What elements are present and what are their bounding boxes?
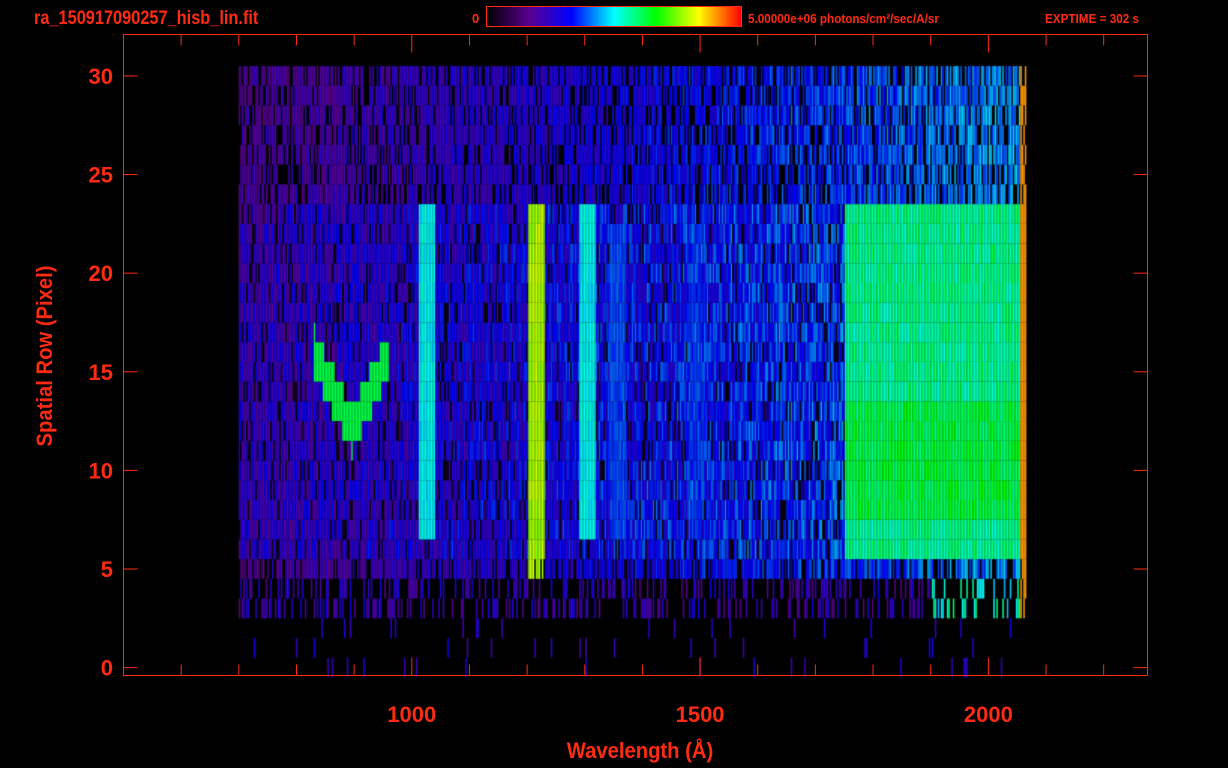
x-axis-label: Wavelength (Å) (567, 738, 713, 763)
y-tick-labels: 0 5 10 15 20 25 30 (89, 64, 113, 681)
colorbar-max-label: 5.00000e+06 photons/cm²/sec/A/sr (748, 11, 939, 26)
file-title: ra_150917090257_hisb_lin.fit (34, 8, 259, 29)
x-tick-label: 1500 (676, 702, 725, 727)
colorbar (486, 6, 742, 27)
spectrum-image-viewer: 1000 1500 2000 0 5 10 15 20 25 30 Wavelength (Å)… (0, 0, 1228, 768)
y-tick-label: 15 (89, 360, 113, 385)
y-tick-label: 10 (89, 458, 113, 483)
plot-axes: 1000 1500 2000 0 5 10 15 20 25 30 Wavelength (Å)… (33, 34, 1148, 763)
y-tick-label: 0 (101, 656, 113, 681)
y-axis-label: Spatial Row (Pixel) (33, 266, 57, 447)
y-tick-label: 30 (89, 64, 113, 89)
colorbar-min-label: 0 (472, 11, 480, 26)
y-tick-label: 20 (89, 261, 113, 286)
plot-frame (123, 34, 1148, 676)
tick-marks (123, 34, 1148, 676)
x-tick-labels: 1000 1500 2000 (387, 702, 1013, 727)
exposure-time: EXPTIME = 302 s (1045, 11, 1139, 26)
x-tick-label: 2000 (964, 702, 1013, 727)
y-tick-label: 25 (89, 163, 113, 188)
x-tick-label: 1000 (387, 702, 436, 727)
y-tick-label: 5 (101, 557, 113, 582)
